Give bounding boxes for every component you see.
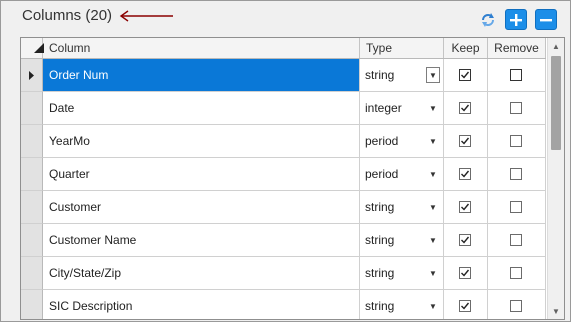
column-name-cell[interactable]: City/State/Zip (43, 257, 360, 290)
table-row[interactable]: Customer Name string ▼ (21, 224, 546, 257)
table-row[interactable]: SIC Description string ▼ (21, 290, 546, 319)
add-column-button[interactable] (505, 9, 527, 30)
scroll-down-icon[interactable]: ▼ (548, 303, 564, 319)
chevron-down-icon[interactable]: ▼ (426, 265, 440, 281)
keep-checkbox[interactable] (459, 102, 471, 114)
type-value: string (365, 68, 395, 82)
remove-checkbox[interactable] (510, 102, 522, 114)
refresh-button[interactable] (477, 9, 499, 30)
header-remove[interactable]: Remove (488, 38, 546, 58)
row-selector[interactable] (21, 191, 43, 224)
type-select[interactable]: period ▼ (360, 125, 444, 158)
column-name-cell[interactable]: YearMo (43, 125, 360, 158)
remove-checkbox[interactable] (510, 135, 522, 147)
keep-checkbox[interactable] (459, 201, 471, 213)
type-value: string (365, 266, 395, 280)
remove-column-button[interactable] (535, 9, 557, 30)
type-value: integer (365, 101, 402, 115)
panel-title: Columns (20) (22, 7, 113, 24)
table-row[interactable]: Date integer ▼ (21, 92, 546, 125)
table-row[interactable]: Customer string ▼ (21, 191, 546, 224)
plus-icon (510, 13, 522, 26)
chevron-down-icon[interactable]: ▼ (426, 67, 440, 83)
row-selector[interactable] (21, 290, 43, 319)
row-selector[interactable] (21, 257, 43, 290)
scrollbar-thumb[interactable] (551, 56, 561, 150)
type-select[interactable]: string ▼ (360, 191, 444, 224)
select-all-corner[interactable] (21, 38, 44, 58)
table-row[interactable]: Quarter period ▼ (21, 158, 546, 191)
chevron-down-icon[interactable]: ▼ (426, 100, 440, 116)
remove-checkbox[interactable] (510, 300, 522, 312)
scroll-up-icon[interactable]: ▲ (548, 38, 564, 54)
type-select[interactable]: period ▼ (360, 158, 444, 191)
minus-icon (540, 18, 552, 21)
columns-grid: Column Type Keep Remove Order Num string… (20, 37, 565, 320)
header-type[interactable]: Type (360, 38, 444, 58)
annotation-arrow-icon (119, 10, 173, 22)
column-name-cell[interactable]: Customer Name (43, 224, 360, 257)
type-value: period (365, 134, 399, 148)
type-select[interactable]: integer ▼ (360, 92, 444, 125)
keep-checkbox[interactable] (459, 267, 471, 279)
column-name-cell[interactable]: Customer (43, 191, 360, 224)
column-name-cell[interactable]: Quarter (43, 158, 360, 191)
remove-checkbox[interactable] (510, 168, 522, 180)
type-value: string (365, 299, 395, 313)
header-column[interactable]: Column (43, 38, 360, 58)
table-row[interactable]: YearMo period ▼ (21, 125, 546, 158)
column-name-cell[interactable]: Date (43, 92, 360, 125)
row-selector[interactable] (21, 125, 43, 158)
table-row[interactable]: Order Num string ▼ (21, 59, 546, 92)
type-select[interactable]: string ▼ (360, 290, 444, 319)
table-row[interactable]: City/State/Zip string ▼ (21, 257, 546, 290)
keep-checkbox[interactable] (459, 300, 471, 312)
columns-panel: Columns (20) Column Type Keep Remove Ord… (0, 0, 571, 322)
row-selector[interactable] (21, 59, 43, 92)
remove-checkbox[interactable] (510, 201, 522, 213)
column-name-cell[interactable]: Order Num (43, 59, 360, 92)
chevron-down-icon[interactable]: ▼ (426, 133, 440, 149)
keep-checkbox[interactable] (459, 69, 471, 81)
row-selector[interactable] (21, 224, 43, 257)
chevron-down-icon[interactable]: ▼ (426, 232, 440, 248)
type-select[interactable]: string ▼ (360, 59, 444, 92)
column-name-cell[interactable]: SIC Description (43, 290, 360, 319)
chevron-down-icon[interactable]: ▼ (426, 166, 440, 182)
remove-checkbox[interactable] (510, 69, 522, 81)
header-keep[interactable]: Keep (444, 38, 488, 58)
row-selector[interactable] (21, 92, 43, 125)
keep-checkbox[interactable] (459, 168, 471, 180)
keep-checkbox[interactable] (459, 135, 471, 147)
chevron-down-icon[interactable]: ▼ (426, 298, 440, 314)
type-select[interactable]: string ▼ (360, 224, 444, 257)
type-value: string (365, 200, 395, 214)
row-selector[interactable] (21, 158, 43, 191)
remove-checkbox[interactable] (510, 234, 522, 246)
refresh-icon (482, 12, 494, 27)
grid-header: Column Type Keep Remove (21, 38, 546, 59)
type-select[interactable]: string ▼ (360, 257, 444, 290)
chevron-down-icon[interactable]: ▼ (426, 199, 440, 215)
vertical-scrollbar[interactable]: ▲ ▼ (547, 38, 564, 319)
remove-checkbox[interactable] (510, 267, 522, 279)
current-row-icon (29, 71, 34, 80)
type-value: period (365, 167, 399, 181)
type-value: string (365, 233, 395, 247)
keep-checkbox[interactable] (459, 234, 471, 246)
